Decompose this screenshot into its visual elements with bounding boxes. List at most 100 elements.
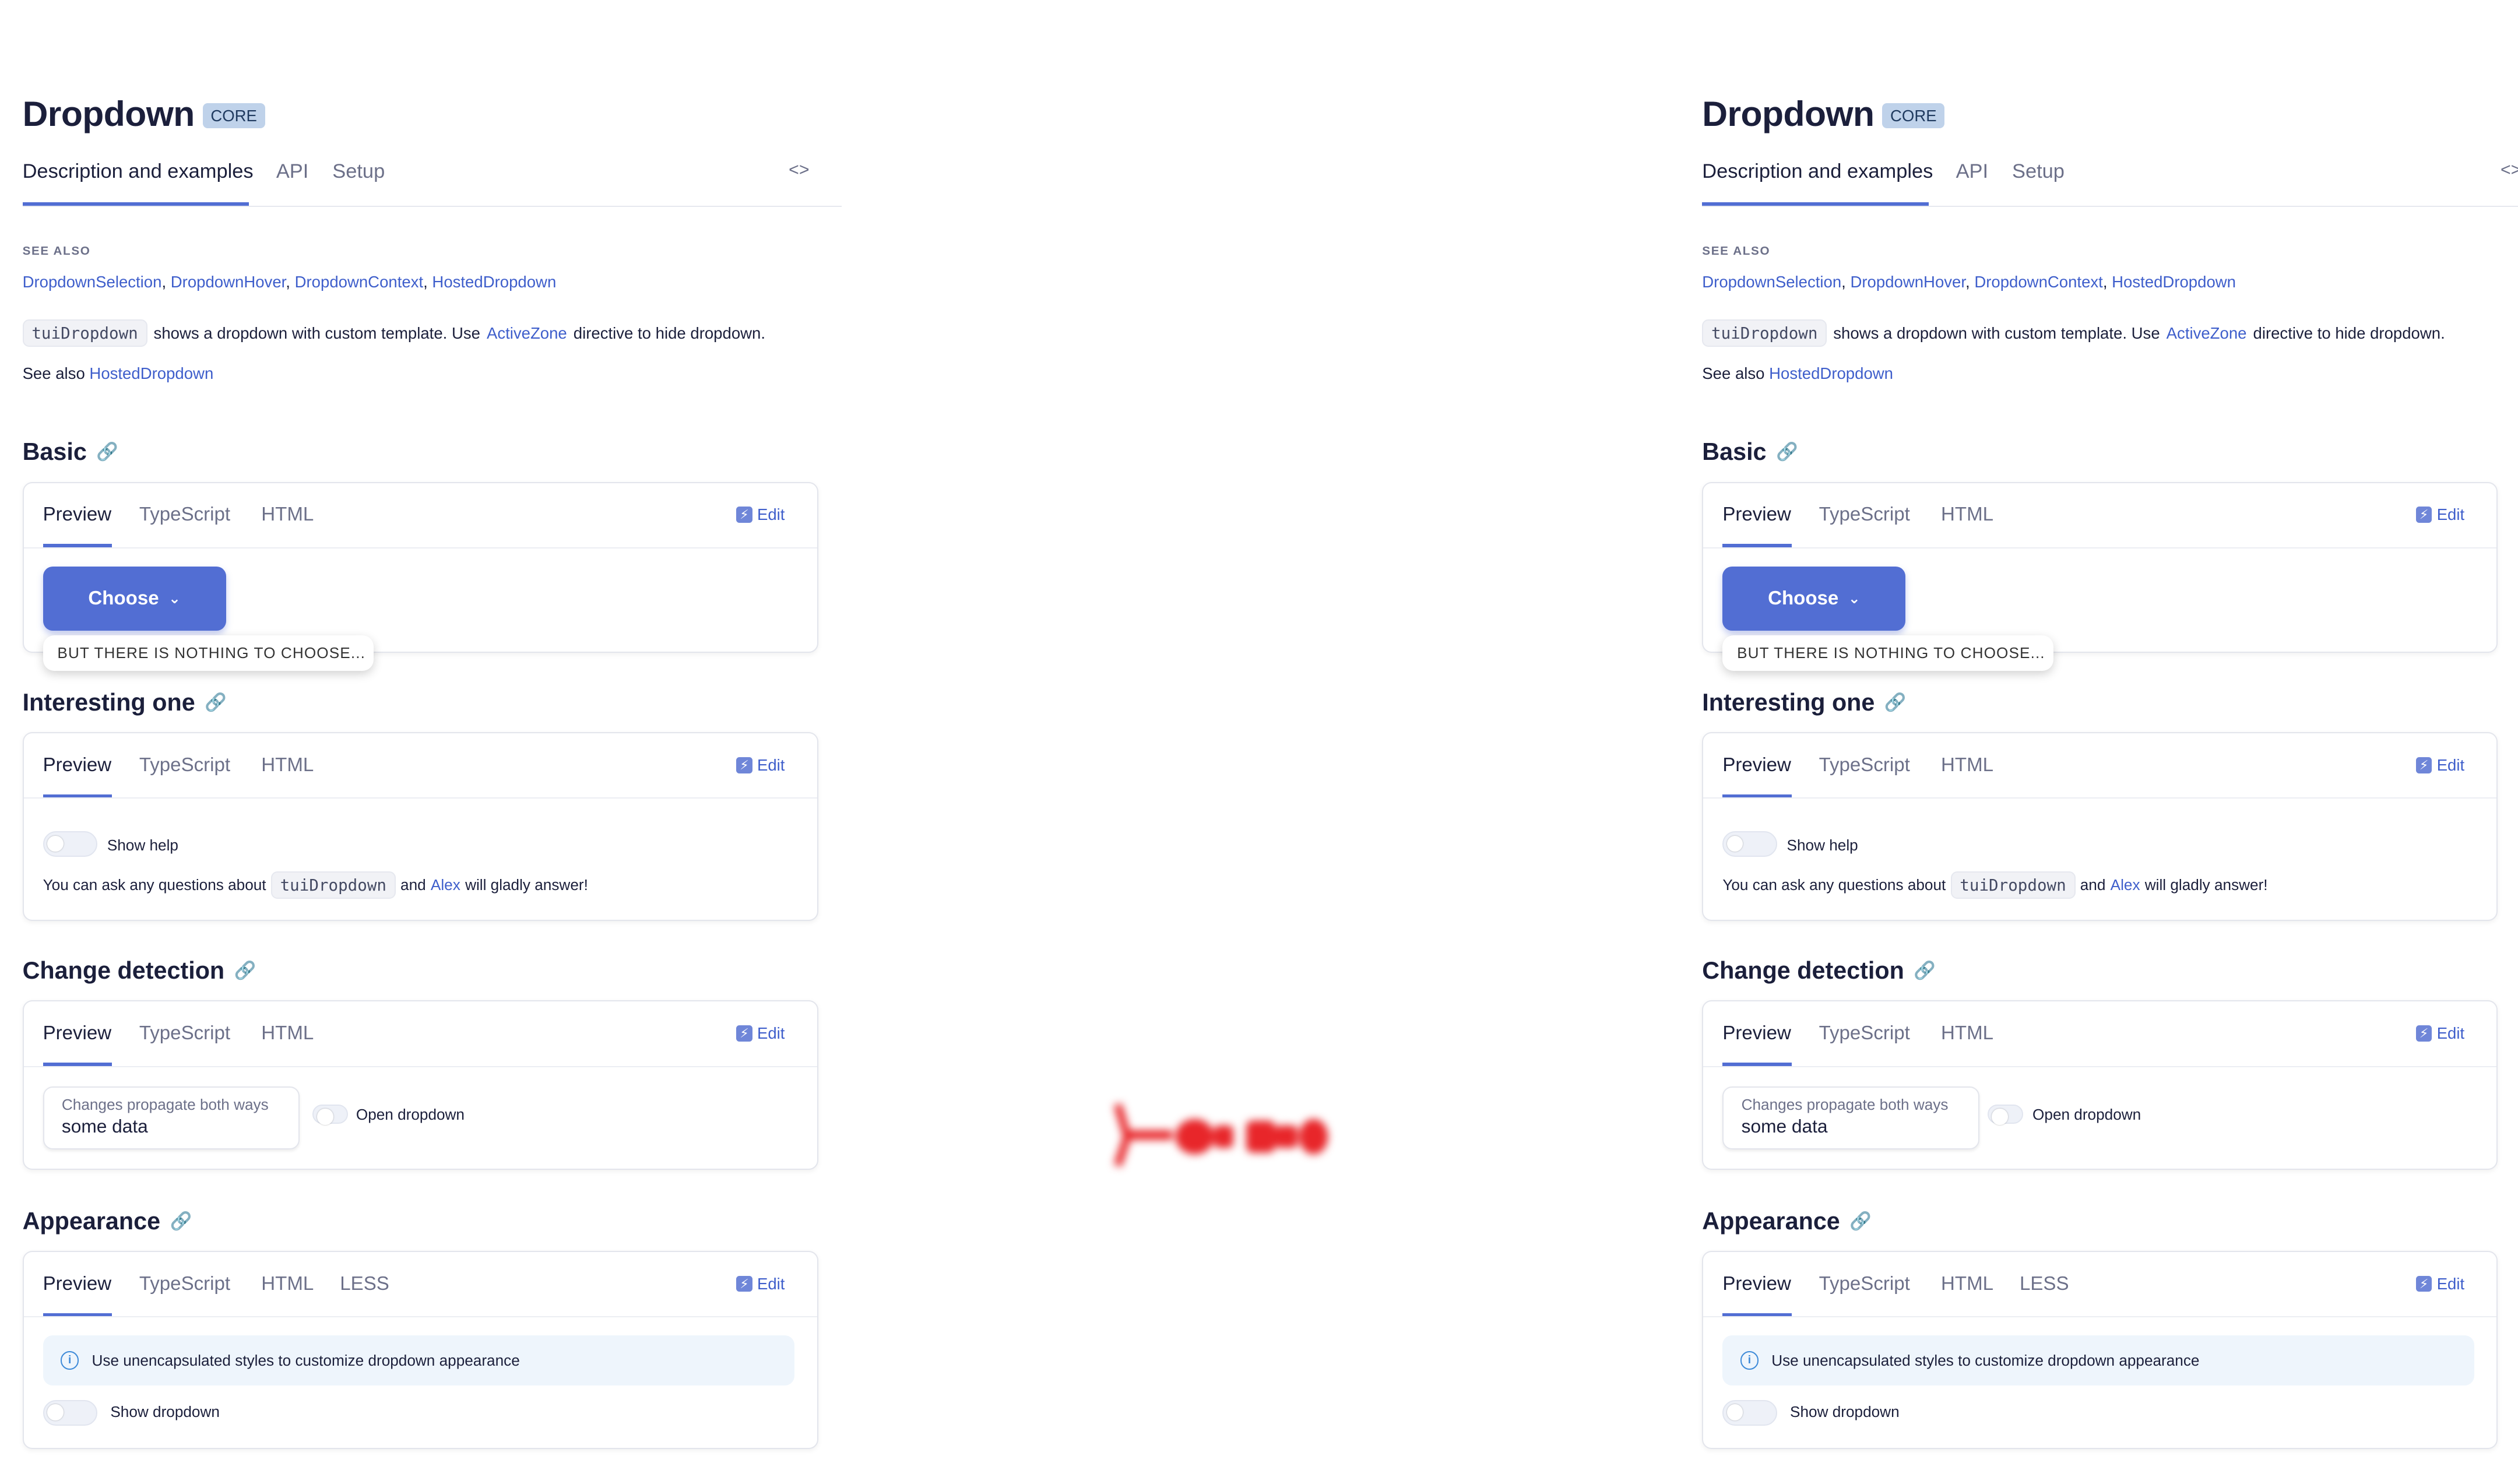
link-dropdown-hover[interactable]: DropdownHover (1850, 273, 1965, 291)
tab-preview[interactable]: Preview (43, 1022, 112, 1045)
tab-preview[interactable]: Preview (43, 1273, 112, 1295)
open-dropdown-label: Open dropdown (356, 1106, 465, 1124)
tab-html[interactable]: HTML (261, 754, 314, 776)
link-dropdown-context[interactable]: DropdownContext (295, 273, 424, 291)
chevron-down-icon: ⌄ (1848, 590, 1861, 607)
link-chain-icon[interactable]: 🔗 (1914, 961, 1936, 981)
tab-typescript[interactable]: TypeScript (139, 754, 230, 776)
edit-lightning-icon: ⚡ (736, 1275, 752, 1292)
core-badge: CORE (1882, 103, 1945, 129)
show-dropdown-toggle[interactable] (43, 1399, 98, 1426)
link-chain-icon[interactable]: 🔗 (1776, 442, 1798, 462)
tab-html[interactable]: HTML (261, 504, 314, 526)
link-chain-icon[interactable]: 🔗 (205, 692, 227, 713)
link-hosted-dropdown-2[interactable]: HostedDropdown (89, 364, 213, 382)
choose-button[interactable]: Choose ⌄ (1722, 566, 1906, 631)
edit-button[interactable]: ⚡ Edit (736, 1024, 785, 1043)
link-active-zone[interactable]: ActiveZone (487, 324, 567, 343)
tab-preview[interactable]: Preview (43, 754, 112, 776)
tab-typescript[interactable]: TypeScript (139, 504, 230, 526)
choose-button[interactable]: Choose ⌄ (43, 566, 226, 631)
tab-preview[interactable]: Preview (1722, 504, 1791, 526)
tab-less[interactable]: LESS (2020, 1273, 2069, 1295)
tab-html[interactable]: HTML (1941, 1022, 1993, 1045)
edit-button[interactable]: ⚡ Edit (2415, 505, 2464, 524)
tab-preview[interactable]: Preview (1722, 1022, 1791, 1045)
tab-html[interactable]: HTML (261, 1273, 314, 1295)
section-change-title: Change detection 🔗 (1702, 956, 1936, 984)
tab-typescript[interactable]: TypeScript (1819, 504, 1910, 526)
page-title: Dropdown (1702, 93, 1875, 133)
link-dropdown-selection[interactable]: DropdownSelection (1702, 273, 1841, 291)
basic-card: Preview TypeScript HTML ⚡ Edit Choose ⌄ B… (22, 481, 818, 671)
chevron-down-icon: ⌄ (168, 590, 181, 607)
tab-typescript[interactable]: TypeScript (1819, 1273, 1910, 1295)
edit-button[interactable]: ⚡ Edit (2415, 756, 2464, 775)
see-also-links: DropdownSelection, DropdownHover, Dropdo… (1702, 273, 2236, 291)
link-dropdown-selection[interactable]: DropdownSelection (23, 273, 162, 291)
tab-typescript[interactable]: TypeScript (1819, 1022, 1910, 1045)
tab-html[interactable]: HTML (1941, 504, 1993, 526)
code-brackets-icon[interactable]: <> (2501, 160, 2518, 180)
show-dropdown-toggle[interactable] (1722, 1399, 1777, 1426)
show-help-label: Show help (1786, 836, 1858, 854)
tab-description[interactable]: Description and examples (1702, 160, 1933, 183)
link-hosted-dropdown[interactable]: HostedDropdown (432, 273, 556, 291)
tab-preview[interactable]: Preview (1722, 754, 1791, 776)
link-chain-icon[interactable]: 🔗 (170, 1211, 192, 1232)
edit-button[interactable]: ⚡ Edit (736, 1275, 785, 1293)
data-input[interactable]: Changes propagate both ways some data (1722, 1086, 1980, 1149)
tab-preview[interactable]: Preview (1722, 1273, 1791, 1295)
tab-api[interactable]: API (276, 160, 308, 183)
edit-button[interactable]: ⚡ Edit (2415, 1275, 2464, 1293)
tab-html[interactable]: HTML (1941, 1273, 1993, 1295)
tab-description[interactable]: Description and examples (23, 160, 254, 183)
page-header: Dropdown CORE (1702, 93, 2489, 134)
tab-api[interactable]: API (1956, 160, 1988, 183)
link-chain-icon[interactable]: 🔗 (96, 442, 118, 462)
tab-setup[interactable]: Setup (2012, 160, 2065, 183)
tab-typescript[interactable]: TypeScript (1819, 754, 1910, 776)
edit-button[interactable]: ⚡ Edit (2415, 1024, 2464, 1043)
link-hosted-dropdown[interactable]: HostedDropdown (2112, 273, 2236, 291)
tab-underline (1702, 202, 1929, 206)
code-brackets-icon[interactable]: <> (789, 160, 809, 180)
open-dropdown-toggle[interactable] (312, 1104, 349, 1125)
data-input[interactable]: Changes propagate both ways some data (43, 1086, 300, 1149)
edit-button[interactable]: ⚡ Edit (736, 756, 785, 775)
left-panel: Dropdown CORE Description and examples A… (0, 0, 842, 1484)
tab-preview[interactable]: Preview (43, 504, 112, 526)
link-chain-icon[interactable]: 🔗 (234, 961, 256, 981)
dropdown-popup: BUT THERE IS NOTHING TO CHOOSE... (43, 635, 374, 671)
link-dropdown-hover[interactable]: DropdownHover (171, 273, 286, 291)
link-alex[interactable]: Alex (431, 876, 460, 894)
tab-typescript[interactable]: TypeScript (139, 1022, 230, 1045)
basic-card: Preview TypeScript HTML ⚡ Edit Choose ⌄ B… (1702, 481, 2498, 671)
open-dropdown-toggle[interactable] (1987, 1104, 2023, 1125)
tab-typescript[interactable]: TypeScript (139, 1273, 230, 1295)
link-hosted-dropdown-2[interactable]: HostedDropdown (1769, 364, 1893, 382)
edit-button[interactable]: ⚡ Edit (736, 505, 785, 524)
edit-lightning-icon: ⚡ (2415, 507, 2432, 523)
link-active-zone[interactable]: ActiveZone (2167, 324, 2247, 343)
link-chain-icon[interactable]: 🔗 (1884, 692, 1907, 713)
link-alex[interactable]: Alex (2111, 876, 2140, 894)
tab-less[interactable]: LESS (340, 1273, 389, 1295)
open-dropdown-label: Open dropdown (2032, 1106, 2141, 1124)
tab-setup[interactable]: Setup (332, 160, 385, 183)
tab-html[interactable]: HTML (1941, 754, 1993, 776)
tab-html[interactable]: HTML (261, 1022, 314, 1045)
card-tab-underline (43, 544, 112, 547)
show-help-toggle[interactable] (43, 831, 98, 857)
core-badge: CORE (202, 103, 265, 129)
section-basic-title: Basic 🔗 (22, 438, 119, 466)
show-help-toggle[interactable] (1722, 831, 1777, 857)
edit-lightning-icon: ⚡ (2415, 1275, 2432, 1292)
info-icon: i (1740, 1351, 1759, 1370)
help-text: You can ask any questions about tuiDropd… (1722, 871, 2268, 899)
code-chip: tuiDropdown (270, 871, 396, 899)
link-dropdown-context[interactable]: DropdownContext (1974, 273, 2103, 291)
link-chain-icon[interactable]: 🔗 (1849, 1211, 1872, 1232)
info-notification: i Use unencapsulated styles to customize… (1722, 1335, 2474, 1385)
see-also-label: SEE ALSO (22, 244, 91, 258)
